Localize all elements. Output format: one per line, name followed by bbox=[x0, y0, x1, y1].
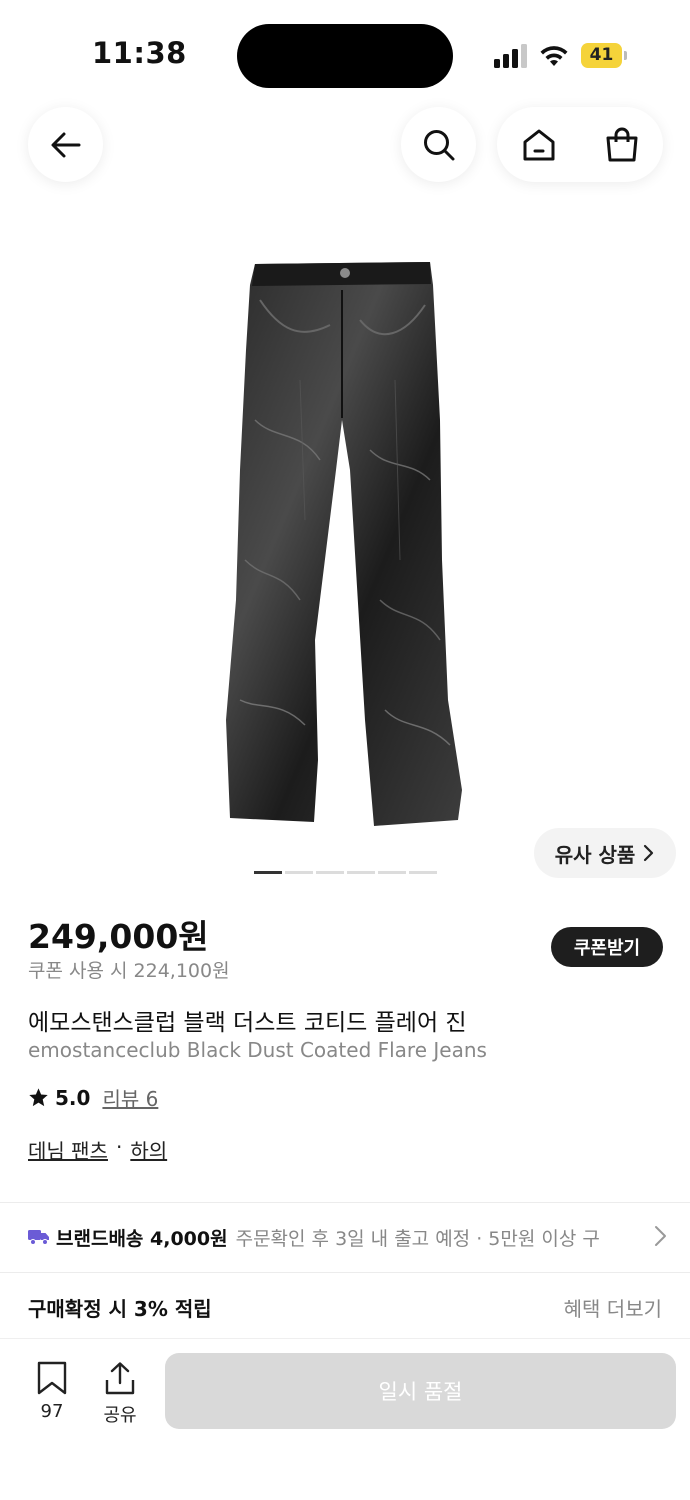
divider bbox=[0, 1272, 690, 1273]
coupon-price: 쿠폰 사용 시 224,100원 bbox=[28, 960, 230, 982]
home-icon bbox=[523, 129, 554, 160]
product-name-english: emostanceclub Black Dust Coated Flare Je… bbox=[28, 1038, 487, 1062]
page-dot bbox=[347, 871, 375, 874]
similar-products-label: 유사 상품 bbox=[554, 842, 636, 867]
divider bbox=[0, 1202, 690, 1203]
breadcrumb: 데님 팬츠 · 하의 bbox=[28, 1135, 167, 1164]
nav-pill bbox=[497, 107, 663, 182]
chevron-right-icon bbox=[655, 1226, 666, 1246]
breadcrumb-separator: · bbox=[115, 1135, 123, 1159]
product-image[interactable] bbox=[0, 230, 690, 850]
image-page-indicator bbox=[254, 871, 437, 874]
share-label: 공유 bbox=[103, 1405, 137, 1426]
jeans-illustration bbox=[226, 262, 462, 826]
wishlist-count: 97 bbox=[40, 1401, 64, 1422]
status-bar: 11:38 41 bbox=[0, 0, 690, 110]
chevron-right-icon bbox=[644, 844, 654, 862]
search-button[interactable] bbox=[401, 107, 476, 182]
get-coupon-button[interactable]: 쿠폰받기 bbox=[551, 927, 663, 967]
share-icon bbox=[105, 1362, 135, 1395]
benefit-more-link[interactable]: 혜택 더보기 bbox=[564, 1293, 662, 1322]
bookmark-icon bbox=[37, 1361, 67, 1395]
battery-level: 41 bbox=[589, 45, 614, 65]
page-dot bbox=[409, 871, 437, 874]
battery-indicator: 41 bbox=[581, 43, 627, 68]
share-button[interactable]: 공유 bbox=[96, 1361, 144, 1427]
rating-score: 5.0 bbox=[55, 1085, 91, 1110]
cellular-signal-icon bbox=[494, 44, 527, 68]
page-dot bbox=[316, 871, 344, 874]
shipping-info-row[interactable]: 브랜드배송 4,000원 주문확인 후 3일 내 출고 예정 · 5만원 이상 … bbox=[28, 1222, 668, 1252]
page-dot bbox=[285, 871, 313, 874]
sold-out-button[interactable]: 일시 품절 bbox=[165, 1353, 676, 1429]
category-link-denim-pants[interactable]: 데님 팬츠 bbox=[28, 1135, 108, 1164]
product-name-korean: 에모스탠스클럽 블랙 더스트 코티드 플레어 진 bbox=[28, 1010, 467, 1036]
back-button[interactable] bbox=[28, 107, 103, 182]
arrow-left-icon bbox=[51, 132, 80, 157]
shipping-detail: 주문확인 후 3일 내 출고 예정 · 5만원 이상 구 bbox=[235, 1227, 600, 1250]
bottom-action-bar: 97 공유 일시 품절 bbox=[0, 1338, 690, 1500]
dynamic-island bbox=[237, 24, 453, 88]
similar-products-button[interactable]: 유사 상품 bbox=[534, 828, 676, 878]
star-icon bbox=[29, 1088, 48, 1107]
benefit-label: 구매확정 시 3% 적립 bbox=[28, 1297, 212, 1321]
review-link[interactable]: 리뷰 6 bbox=[102, 1083, 158, 1112]
shipping-label: 브랜드배송 4,000원 bbox=[56, 1227, 228, 1250]
page-dot bbox=[254, 871, 282, 874]
search-icon bbox=[423, 129, 454, 160]
wifi-icon bbox=[540, 46, 568, 66]
home-button[interactable] bbox=[497, 107, 580, 182]
wishlist-button[interactable]: 97 bbox=[30, 1361, 74, 1422]
page-dot bbox=[378, 871, 406, 874]
shopping-bag-icon bbox=[606, 127, 637, 161]
truck-icon bbox=[28, 1230, 49, 1245]
product-price: 249,000원 bbox=[28, 917, 209, 956]
product-rating: 5.0 리뷰 6 bbox=[28, 1083, 158, 1112]
cart-button[interactable] bbox=[580, 107, 663, 182]
status-time: 11:38 bbox=[92, 36, 187, 70]
category-link-bottoms[interactable]: 하의 bbox=[130, 1135, 167, 1164]
